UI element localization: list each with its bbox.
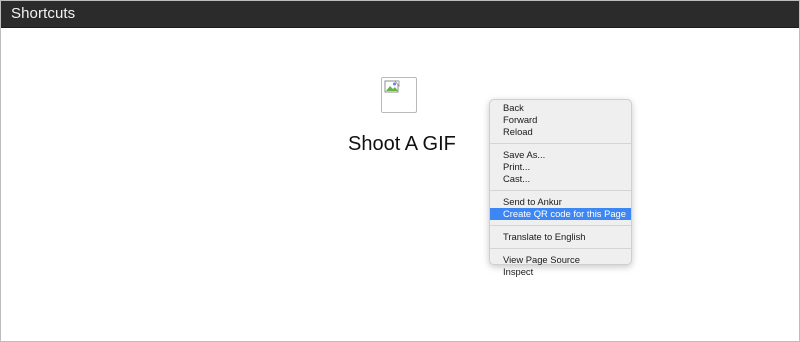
menu-item-create-qr-code[interactable]: Create QR code for this Page bbox=[490, 208, 631, 220]
menu-item-reload[interactable]: Reload bbox=[490, 126, 631, 138]
page-content: Shoot A GIF bbox=[1, 28, 799, 341]
menu-separator bbox=[490, 190, 631, 191]
menu-item-print[interactable]: Print... bbox=[490, 161, 631, 173]
window-title: Shortcuts bbox=[11, 5, 76, 22]
title-bar: Shortcuts bbox=[1, 1, 799, 28]
menu-item-translate[interactable]: Translate to English bbox=[490, 231, 631, 243]
page-heading: Shoot A GIF bbox=[348, 133, 456, 155]
menu-item-inspect[interactable]: Inspect bbox=[490, 266, 631, 278]
broken-image-icon bbox=[381, 77, 417, 113]
menu-separator bbox=[490, 248, 631, 249]
menu-separator bbox=[490, 143, 631, 144]
menu-item-send-to-device[interactable]: Send to Ankur bbox=[490, 196, 631, 208]
menu-item-cast[interactable]: Cast... bbox=[490, 173, 631, 185]
menu-item-save-as[interactable]: Save As... bbox=[490, 149, 631, 161]
context-menu: Back Forward Reload Save As... Print... … bbox=[489, 99, 632, 277]
menu-item-view-page-source[interactable]: View Page Source bbox=[490, 254, 631, 266]
browser-window: Shortcuts Shoot A GIF Back Forward Reloa… bbox=[0, 0, 800, 342]
menu-item-forward[interactable]: Forward bbox=[490, 114, 631, 126]
menu-separator bbox=[490, 225, 631, 226]
menu-item-back[interactable]: Back bbox=[490, 102, 631, 114]
